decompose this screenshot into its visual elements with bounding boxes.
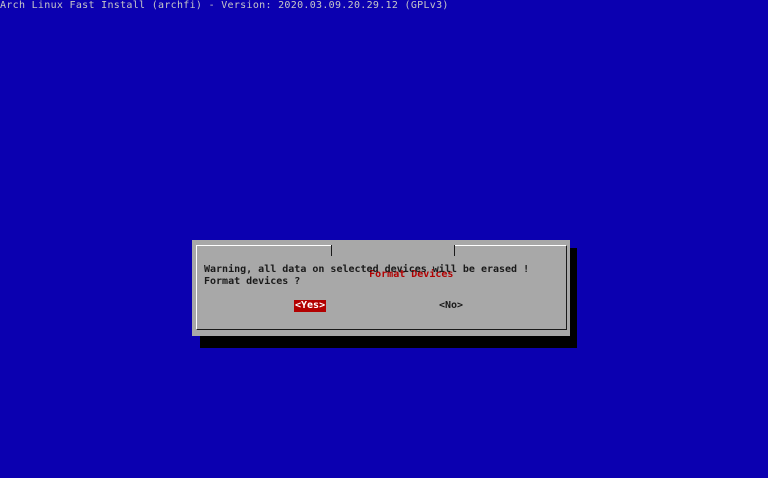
backtitle: Arch Linux Fast Install (archfi) - Versi… [0,0,449,11]
dialog-title-wrap: Format Devices [331,245,456,280]
warning-message: Warning, all data on selected devices wi… [204,264,530,275]
format-devices-dialog: Format Devices [192,240,570,336]
no-button[interactable]: <No> [438,300,464,312]
title-left-edge [331,245,332,256]
yes-button[interactable]: <Yes> [294,300,327,312]
title-right-edge [454,245,456,256]
format-question: Format devices ? [204,276,301,287]
